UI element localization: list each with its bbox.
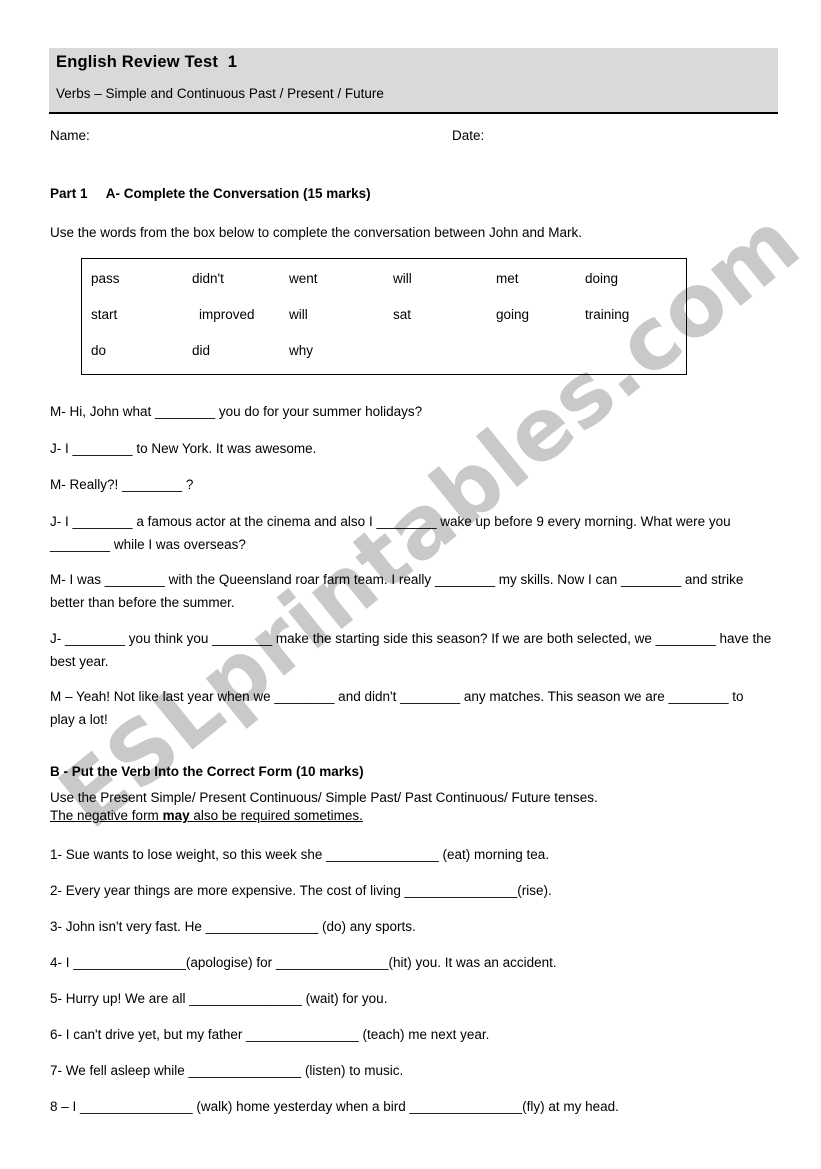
conversation-line: M- Really?! ________ ? <box>50 477 194 492</box>
part1-instruction: Use the words from the box below to comp… <box>50 225 583 240</box>
exercise-item: 8 – I _______________ (walk) home yester… <box>50 1099 619 1114</box>
conversation-line: J- I ________ to New York. It was awesom… <box>50 441 317 456</box>
exercise-item: 4- I _______________(apologise) for ____… <box>50 955 557 970</box>
word-bank-row: pass didn't went will met doing <box>82 271 686 307</box>
word-bank-cell: will <box>289 307 308 322</box>
exercise-item: 7- We fell asleep while _______________ … <box>50 1063 404 1078</box>
partB-instruction-line2: The negative form may also be required s… <box>50 805 770 826</box>
word-bank-cell: going <box>496 307 530 322</box>
word-bank-cell: doing <box>585 271 619 286</box>
partB-heading: B - Put the Verb Into the Correct Form (… <box>50 764 364 779</box>
conversation-line: M- I was ________ with the Queensland ro… <box>50 572 744 610</box>
page-title: English Review Test 1 <box>56 53 238 71</box>
word-bank-cell: start <box>91 307 118 322</box>
page-subtitle: Verbs – Simple and Continuous Past / Pre… <box>56 86 384 101</box>
word-bank-cell: didn't <box>192 271 224 286</box>
word-bank-cell: met <box>496 271 519 286</box>
exercise-item: 2- Every year things are more expensive.… <box>50 883 552 898</box>
conversation-line: M – Yeah! Not like last year when we ___… <box>50 689 744 727</box>
exercise-item: 3- John isn't very fast. He ____________… <box>50 919 416 934</box>
word-bank-cell: will <box>393 271 412 286</box>
word-bank-box: pass didn't went will met doing start im… <box>81 258 687 375</box>
conversation-line: M- Hi, John what ________ you do for you… <box>50 404 423 419</box>
name-label: Name: <box>50 128 90 143</box>
date-label: Date: <box>452 128 485 143</box>
exercise-item: 1- Sue wants to lose weight, so this wee… <box>50 847 550 862</box>
partB-instr-bold: may <box>162 808 190 823</box>
word-bank-row: do did why <box>82 343 686 379</box>
partB-instr-pre: The negative form <box>50 808 163 823</box>
word-bank-row: start improved will sat going training <box>82 307 686 343</box>
word-bank-cell: sat <box>393 307 412 322</box>
conversation-line: J- ________ you think you ________ make … <box>50 631 772 669</box>
word-bank-cell: went <box>289 271 318 286</box>
word-bank-cell: did <box>192 343 211 358</box>
word-bank-cell: pass <box>91 271 120 286</box>
word-bank-cell: do <box>91 343 107 358</box>
exercise-item: 6- I can't drive yet, but my father ____… <box>50 1027 490 1042</box>
title-band: English Review Test 1 Verbs – Simple and… <box>49 48 778 114</box>
word-bank-cell: improved <box>199 307 255 322</box>
word-bank-cell: why <box>289 343 314 358</box>
part1-heading: Part 1 A- Complete the Conversation (15 … <box>50 186 371 201</box>
exercise-item: 5- Hurry up! We are all _______________ … <box>50 991 388 1006</box>
conversation-line: J- I ________ a famous actor at the cine… <box>50 514 731 552</box>
partB-instr-post: also be required sometimes. <box>189 808 363 823</box>
word-bank-cell: training <box>585 307 630 322</box>
worksheet-page: ESLprintables.com English Review Test 1 … <box>0 0 821 1169</box>
